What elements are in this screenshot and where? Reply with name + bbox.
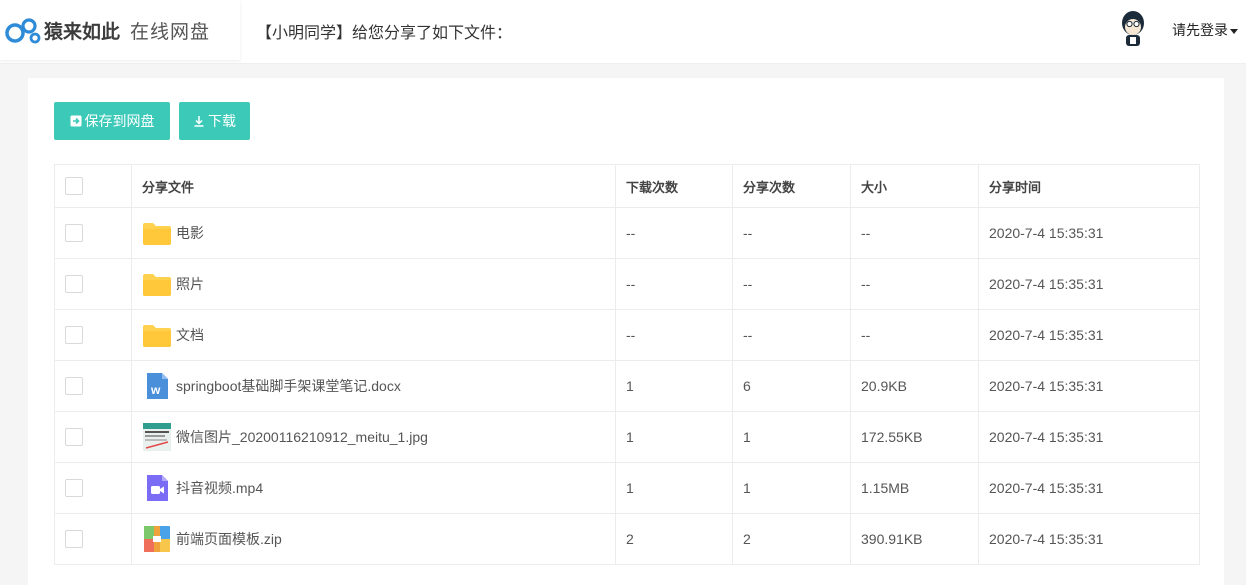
- brand-name: 猿来如此: [44, 20, 121, 43]
- login-menu[interactable]: 请先登录: [1172, 20, 1238, 40]
- word-icon: w: [142, 371, 172, 401]
- download-count: --: [615, 207, 733, 259]
- row-checkbox[interactable]: [65, 479, 83, 498]
- logo-icon: [5, 18, 41, 44]
- file-size: --: [850, 258, 979, 310]
- share-count: 1: [732, 462, 851, 514]
- share-count: --: [732, 207, 851, 259]
- svg-text:w: w: [150, 383, 161, 397]
- row-select-cell: [54, 360, 132, 412]
- main-panel: 保存到网盘 下载 分享文件 下载次数 分享次数 大小 分享时间 电影 -- -- --…: [28, 78, 1224, 585]
- file-size: 390.91KB: [850, 513, 979, 565]
- save-to-drive-label: 保存到网盘: [84, 113, 155, 129]
- folder-icon: [142, 269, 172, 299]
- file-size: 172.55KB: [850, 411, 979, 463]
- row-select-cell: [54, 309, 132, 361]
- file-size: --: [850, 309, 979, 361]
- download-count: --: [615, 258, 733, 310]
- table-row[interactable]: 微信图片_20200116210912_meitu_1.jpg 1 1 172.55K…: [54, 411, 1200, 463]
- row-select-cell: [54, 258, 132, 310]
- share-count: --: [732, 309, 851, 361]
- share-time: 2020-7-4 15:35:31: [978, 462, 1200, 514]
- file-size: 1.15MB: [850, 462, 979, 514]
- column-header-shares[interactable]: 分享次数: [732, 164, 851, 208]
- share-message: 【小明同学】给您分享了如下文件：: [256, 25, 513, 42]
- download-label: 下载: [208, 113, 236, 129]
- select-all-cell: [54, 164, 132, 208]
- shared-files-table: 分享文件 下载次数 分享次数 大小 分享时间 电影 -- -- -- 2020-7-4 …: [54, 164, 1200, 565]
- file-name[interactable]: 前端页面模板.zip: [176, 529, 282, 549]
- select-all-checkbox[interactable]: [65, 177, 83, 195]
- row-checkbox[interactable]: [65, 530, 83, 549]
- avatar[interactable]: [1118, 8, 1148, 48]
- share-count: --: [732, 258, 851, 310]
- table-row[interactable]: 抖音视频.mp4 1 1 1.15MB 2020-7-4 15:35:31: [54, 462, 1200, 514]
- column-header-file[interactable]: 分享文件: [131, 164, 616, 208]
- row-select-cell: [54, 462, 132, 514]
- share-time: 2020-7-4 15:35:31: [978, 360, 1200, 412]
- share-time: 2020-7-4 15:35:31: [978, 258, 1200, 310]
- file-name-cell[interactable]: 照片: [131, 258, 616, 310]
- column-header-time[interactable]: 分享时间: [978, 164, 1200, 208]
- row-checkbox[interactable]: [65, 275, 83, 294]
- share-count: 6: [732, 360, 851, 412]
- file-name[interactable]: 文档: [176, 325, 204, 345]
- image-thumb-icon: [142, 422, 172, 452]
- file-size: --: [850, 207, 979, 259]
- download-count: 1: [615, 360, 733, 412]
- video-icon: [142, 473, 172, 503]
- logo[interactable]: 猿来如此 在线网盘: [0, 0, 240, 60]
- file-name[interactable]: 照片: [176, 274, 204, 294]
- file-name-cell[interactable]: 微信图片_20200116210912_meitu_1.jpg: [131, 411, 616, 463]
- download-button[interactable]: 下载: [179, 102, 250, 140]
- zip-icon: [142, 524, 172, 554]
- file-name-cell[interactable]: 抖音视频.mp4: [131, 462, 616, 514]
- save-to-drive-button[interactable]: 保存到网盘: [54, 102, 170, 140]
- row-select-cell: [54, 411, 132, 463]
- top-bar: 猿来如此 在线网盘 【小明同学】给您分享了如下文件： 请先登录: [0, 0, 1246, 64]
- brand-subtitle: 在线网盘: [130, 21, 211, 43]
- download-count: 1: [615, 411, 733, 463]
- folder-icon: [142, 320, 172, 350]
- row-checkbox[interactable]: [65, 377, 83, 396]
- row-checkbox[interactable]: [65, 224, 83, 243]
- column-header-size[interactable]: 大小: [850, 164, 979, 208]
- file-name[interactable]: 抖音视频.mp4: [176, 478, 263, 498]
- file-name-cell[interactable]: 文档: [131, 309, 616, 361]
- login-label: 请先登录: [1172, 22, 1228, 38]
- row-checkbox[interactable]: [65, 428, 83, 447]
- save-arrow-icon: [70, 115, 81, 127]
- share-time: 2020-7-4 15:35:31: [978, 411, 1200, 463]
- table-row[interactable]: w springboot基础脚手架课堂笔记.docx 1 6 20.9KB 2020-7-…: [54, 360, 1200, 412]
- share-time: 2020-7-4 15:35:31: [978, 207, 1200, 259]
- folder-icon: [142, 218, 172, 248]
- download-count: 1: [615, 462, 733, 514]
- column-header-downloads[interactable]: 下载次数: [615, 164, 733, 208]
- download-count: --: [615, 309, 733, 361]
- file-name[interactable]: 微信图片_20200116210912_meitu_1.jpg: [176, 427, 428, 447]
- file-name-cell[interactable]: 前端页面模板.zip: [131, 513, 616, 565]
- row-select-cell: [54, 207, 132, 259]
- table-row[interactable]: 文档 -- -- -- 2020-7-4 15:35:31: [54, 309, 1200, 361]
- share-time: 2020-7-4 15:35:31: [978, 309, 1200, 361]
- file-size: 20.9KB: [850, 360, 979, 412]
- table-row[interactable]: 电影 -- -- -- 2020-7-4 15:35:31: [54, 207, 1200, 259]
- table-row[interactable]: 照片 -- -- -- 2020-7-4 15:35:31: [54, 258, 1200, 310]
- table-header-row: 分享文件 下载次数 分享次数 大小 分享时间: [54, 164, 1200, 208]
- download-icon: [194, 116, 204, 127]
- share-count: 1: [732, 411, 851, 463]
- file-name[interactable]: springboot基础脚手架课堂笔记.docx: [176, 376, 401, 396]
- file-name-cell[interactable]: 电影: [131, 207, 616, 259]
- file-name[interactable]: 电影: [176, 223, 204, 243]
- download-count: 2: [615, 513, 733, 565]
- share-time: 2020-7-4 15:35:31: [978, 513, 1200, 565]
- chevron-down-icon: [1230, 28, 1238, 34]
- share-count: 2: [732, 513, 851, 565]
- row-checkbox[interactable]: [65, 326, 83, 345]
- file-name-cell[interactable]: w springboot基础脚手架课堂笔记.docx: [131, 360, 616, 412]
- table-row[interactable]: 前端页面模板.zip 2 2 390.91KB 2020-7-4 15:35:31: [54, 513, 1200, 565]
- row-select-cell: [54, 513, 132, 565]
